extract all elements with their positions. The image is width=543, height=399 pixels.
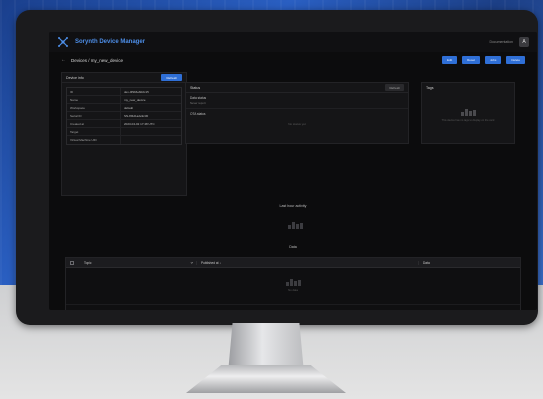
monitor-bezel: Sorynth Device Manager Documentation A ←… xyxy=(16,10,538,325)
empty-chart-icon xyxy=(285,278,301,286)
details-row: Virtual Machine UID xyxy=(67,136,181,144)
status-block: Data status Never report xyxy=(186,93,408,109)
details-row: Created at 2023-04-02 17:48 UTC xyxy=(67,120,181,128)
row-divider xyxy=(66,304,520,305)
data-heading: Data xyxy=(289,245,297,249)
status-block: OTA status No status yet xyxy=(186,109,408,129)
details-row: ID dev-0f9b6e8d2c15 xyxy=(67,88,181,96)
delete-button[interactable]: Delete xyxy=(506,56,525,64)
app-title: Sorynth Device Manager xyxy=(75,39,146,45)
details-value: SN-8f4d1a2e9c30 xyxy=(124,113,149,118)
select-all-cell xyxy=(66,260,78,265)
edit-button[interactable]: Edit xyxy=(441,56,458,64)
card-header: Tags xyxy=(422,83,514,93)
status-empty-text: No status yet xyxy=(288,122,306,126)
details-value xyxy=(121,136,181,144)
reset-button[interactable]: Reset xyxy=(462,56,480,64)
data-table-header: Topic ⧩ Published at ↓ Data xyxy=(66,258,520,268)
header-right: Documentation A xyxy=(489,37,529,47)
status-sub: Never report xyxy=(190,101,206,105)
details-value: my_new_device xyxy=(124,97,146,102)
avatar[interactable]: A xyxy=(519,37,529,47)
user-menu-label[interactable]: Documentation xyxy=(489,40,513,44)
filter-icon[interactable]: ⧩ xyxy=(190,261,193,265)
card-title: Status xyxy=(190,85,201,90)
details-key: Created at xyxy=(67,120,121,127)
card-title: Device info xyxy=(66,75,84,80)
logo-icon xyxy=(58,37,68,47)
jobs-button[interactable]: Jobs xyxy=(484,56,502,64)
column-topic-label: Topic xyxy=(84,260,92,265)
card-title: Tags xyxy=(426,86,434,90)
tags-empty-state: This device has no tags to display on th… xyxy=(422,93,514,137)
app-header: Sorynth Device Manager Documentation A xyxy=(49,32,537,52)
details-key: Target xyxy=(67,128,121,135)
page-title-row: ← Devices / my_new_device Edit Reset Job… xyxy=(49,54,537,66)
refresh-button[interactable]: Refresh xyxy=(161,74,182,81)
details-key: Workspace xyxy=(67,104,121,111)
details-value: 2023-04-02 17:48 UTC xyxy=(124,121,155,126)
device-info-card: Device info Refresh ID dev-0f9b6e8d2c15 … xyxy=(61,72,187,196)
tags-card: Tags This device has no tags to display … xyxy=(421,82,515,144)
page-title: Devices / my_new_device xyxy=(71,57,124,63)
details-row: Serial ID SN-8f4d1a2e9c30 xyxy=(67,112,181,120)
activity-chart-icon xyxy=(288,221,303,229)
data-table: Topic ⧩ Published at ↓ Data No data xyxy=(65,257,521,310)
select-all-checkbox[interactable] xyxy=(70,260,74,265)
status-label: OTA status xyxy=(190,112,206,116)
activity-heading: Last hour activity xyxy=(279,204,307,208)
card-header: Status Refresh xyxy=(186,83,408,93)
data-empty-state: No data xyxy=(66,278,520,292)
card-header: Device info Refresh xyxy=(62,73,186,83)
details-row: Target xyxy=(67,128,181,136)
tags-empty-text: This device has no tags to display on th… xyxy=(441,118,495,122)
details-table: ID dev-0f9b6e8d2c15 Name my_new_device W… xyxy=(66,87,182,145)
details-value: dev-0f9b6e8d2c15 xyxy=(124,89,149,94)
column-published[interactable]: Published at ↓ xyxy=(196,260,418,265)
status-label: Data status xyxy=(190,96,207,100)
monitor-screen: Sorynth Device Manager Documentation A ←… xyxy=(49,32,537,310)
details-key: ID xyxy=(67,88,121,95)
back-arrow-icon[interactable]: ← xyxy=(61,57,66,63)
details-key: Serial ID xyxy=(67,112,121,119)
column-topic[interactable]: Topic ⧩ xyxy=(78,261,196,265)
data-empty-text: No data xyxy=(288,288,298,292)
details-key: Name xyxy=(67,96,121,103)
status-refresh-button[interactable]: Refresh xyxy=(385,84,404,91)
details-row: Workspace default xyxy=(67,104,181,112)
status-card: Status Refresh Data status Never report … xyxy=(185,82,409,144)
page-actions: Edit Reset Jobs Delete xyxy=(441,56,525,64)
details-key: Virtual Machine UID xyxy=(67,136,121,144)
empty-chart-icon xyxy=(460,108,476,116)
column-data[interactable]: Data xyxy=(418,260,520,265)
details-value xyxy=(121,128,181,135)
details-row: Name my_new_device xyxy=(67,96,181,104)
details-value: default xyxy=(124,105,134,110)
